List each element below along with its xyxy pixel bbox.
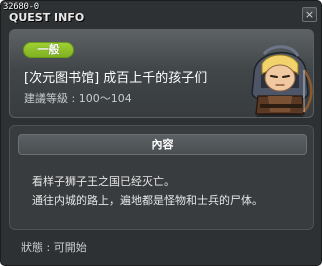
level-range: 100～104 [78,92,132,105]
quest-level-requirement: 建議等級 : 100～104 [24,90,132,106]
quest-summary-panel: 一般 [次元图书馆] 成百上千的孩子们 建議等級 : 100～104 [9,29,314,118]
content-header: 內容 [18,134,307,155]
npc-hooded-warrior-icon [251,45,313,117]
close-button[interactable]: × [302,7,317,22]
content-line: 通往内城的路上，遍地都是怪物和士兵的尸体。 [32,194,263,207]
quest-category-badge: 一般 [23,42,74,58]
quest-name: [次元图书馆] 成百上千的孩子们 [24,71,208,86]
window-title: QUEST INFO [9,11,85,24]
status-label: 狀態 : [21,241,51,254]
content-description: 看样子狮子王之国已经灭亡。 通往内城的路上，遍地都是怪物和士兵的尸体。 [32,172,263,210]
quest-info-window: 32680-0 QUEST INFO × 一般 [次元图书馆] 成百上千的孩子们… [0,0,322,266]
level-label: 建議等級 : [24,92,76,105]
quest-status: 狀態 : 可開始 [21,239,87,255]
status-value: 可開始 [53,241,87,254]
quest-content-panel: 內容 看样子狮子王之国已经灭亡。 通往内城的路上，遍地都是怪物和士兵的尸体。 [9,125,314,230]
content-line: 看样子狮子王之国已经灭亡。 [32,175,175,188]
